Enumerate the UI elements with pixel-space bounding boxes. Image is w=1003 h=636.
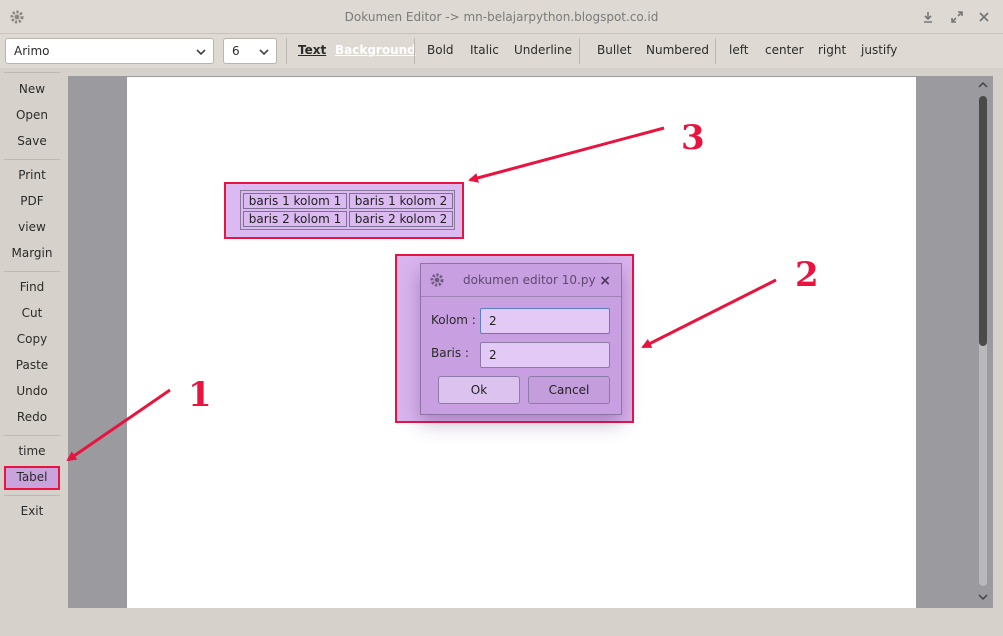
toolbar-divider	[715, 38, 716, 64]
bullet-button[interactable]: Bullet	[597, 43, 632, 57]
size-select[interactable]: 6	[223, 38, 277, 64]
close-icon[interactable]	[977, 10, 991, 24]
sidebar: New Open Save Print PDF view Margin Find…	[0, 68, 64, 628]
toolbar-divider	[414, 38, 415, 64]
baris-input[interactable]	[480, 342, 610, 368]
chevron-down-icon	[196, 49, 206, 56]
kolom-label: Kolom :	[431, 313, 476, 327]
align-right-button[interactable]: right	[818, 43, 846, 57]
table-cell[interactable]: baris 1 kolom 1	[243, 193, 347, 209]
size-select-value: 6	[232, 44, 240, 58]
align-center-button[interactable]: center	[765, 43, 804, 57]
background-tab[interactable]: Background	[335, 43, 416, 57]
sidebar-item-time[interactable]: time	[4, 440, 60, 462]
baris-label: Baris :	[431, 346, 469, 360]
cancel-button[interactable]: Cancel	[528, 376, 610, 404]
maximize-icon[interactable]	[950, 10, 964, 24]
bold-button[interactable]: Bold	[427, 43, 454, 57]
annotation-number-2: 2	[795, 255, 819, 295]
sidebar-item-view[interactable]: view	[4, 216, 60, 238]
annotation-number-1: 1	[188, 375, 212, 415]
sidebar-item-cut[interactable]: Cut	[4, 302, 60, 324]
dialog-title: dokumen editor 10.py	[463, 273, 596, 287]
toolbar: Arimo 6 Text Background Bold Italic Unde…	[0, 34, 1003, 68]
sidebar-item-open[interactable]: Open	[4, 104, 60, 126]
sidebar-item-copy[interactable]: Copy	[4, 328, 60, 350]
scrollbar-thumb[interactable]	[979, 96, 987, 346]
sidebar-item-exit[interactable]: Exit	[4, 500, 60, 522]
sidebar-item-margin[interactable]: Margin	[4, 242, 60, 264]
sidebar-item-find[interactable]: Find	[4, 276, 60, 298]
title-bar: Dokumen Editor -> mn-belajarpython.blogs…	[0, 0, 1003, 34]
gear-icon[interactable]	[429, 272, 445, 288]
table-cell[interactable]: baris 2 kolom 1	[243, 211, 347, 227]
sidebar-divider	[4, 72, 60, 73]
sidebar-item-tabel[interactable]: Tabel	[4, 466, 60, 490]
chevron-down-icon[interactable]	[978, 592, 988, 602]
sidebar-item-redo[interactable]: Redo	[4, 406, 60, 428]
italic-button[interactable]: Italic	[470, 43, 499, 57]
annotation-number-3: 3	[681, 118, 705, 158]
chevron-up-icon[interactable]	[978, 80, 988, 90]
sidebar-divider	[4, 435, 60, 436]
kolom-input[interactable]	[480, 308, 610, 334]
numbered-button[interactable]: Numbered	[646, 43, 709, 57]
toolbar-divider	[286, 38, 287, 64]
dialog-title-bar: dokumen editor 10.py ×	[421, 264, 621, 297]
vertical-scrollbar[interactable]	[976, 78, 990, 606]
underline-button[interactable]: Underline	[514, 43, 572, 57]
table-cell[interactable]: baris 1 kolom 2	[349, 193, 453, 209]
sidebar-item-save[interactable]: Save	[4, 130, 60, 152]
sidebar-divider	[4, 159, 60, 160]
sidebar-item-pdf[interactable]: PDF	[4, 190, 60, 212]
dialog-close-icon[interactable]: ×	[599, 273, 611, 289]
font-select[interactable]: Arimo	[5, 38, 214, 64]
align-left-button[interactable]: left	[729, 43, 748, 57]
minimize-icon[interactable]	[921, 10, 935, 24]
toolbar-divider	[579, 38, 580, 64]
sidebar-item-undo[interactable]: Undo	[4, 380, 60, 402]
sidebar-divider	[4, 271, 60, 272]
chevron-down-icon	[259, 49, 269, 56]
justify-button[interactable]: justify	[861, 43, 897, 57]
sidebar-divider	[4, 495, 60, 496]
sidebar-item-print[interactable]: Print	[4, 164, 60, 186]
font-select-value: Arimo	[14, 44, 50, 58]
sidebar-item-paste[interactable]: Paste	[4, 354, 60, 376]
table-cell[interactable]: baris 2 kolom 2	[349, 211, 453, 227]
text-tab[interactable]: Text	[298, 43, 326, 57]
ok-button[interactable]: Ok	[438, 376, 520, 404]
window-title: Dokumen Editor -> mn-belajarpython.blogs…	[344, 10, 659, 24]
sidebar-item-new[interactable]: New	[4, 78, 60, 100]
table-dialog: dokumen editor 10.py × Kolom : Baris : O…	[420, 263, 622, 415]
